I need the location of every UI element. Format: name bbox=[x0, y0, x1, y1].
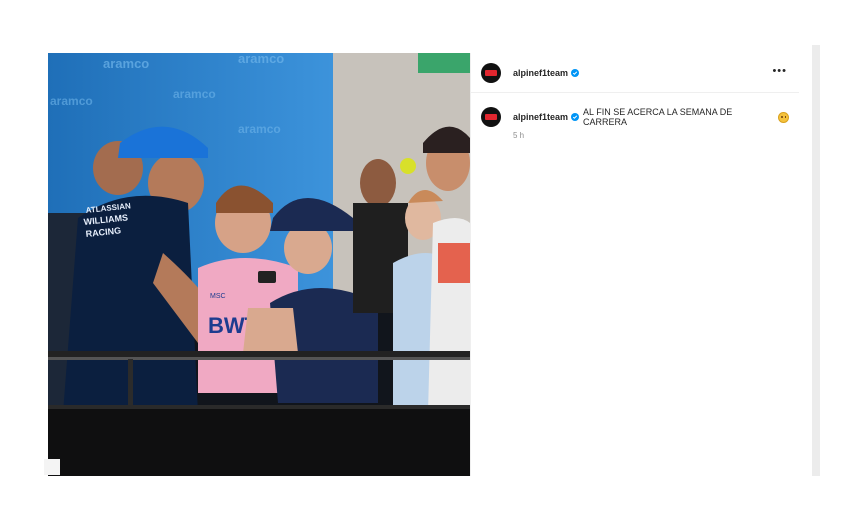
verified-badge-icon bbox=[571, 113, 580, 121]
svg-text:aramco: aramco bbox=[238, 53, 284, 66]
corner-indicator bbox=[44, 459, 60, 475]
svg-text:aramco: aramco bbox=[238, 122, 281, 136]
caption-text: AL FIN SE ACERCA LA SEMANA DE CARRERA bbox=[583, 107, 733, 127]
post-modal: aramco aramco aramco aramco aramco ATLAS… bbox=[48, 53, 799, 476]
caption-username[interactable]: alpinef1team bbox=[513, 112, 568, 122]
page-scrollbar[interactable] bbox=[812, 45, 820, 476]
caption: alpinef1team AL FIN SE ACERCA LA SEMANA … bbox=[471, 93, 799, 140]
author-username[interactable]: alpinef1team bbox=[513, 68, 568, 78]
more-options-button[interactable]: ••• bbox=[772, 65, 787, 77]
grinning-face-icon bbox=[778, 111, 789, 123]
verified-badge-icon bbox=[571, 68, 580, 77]
svg-text:aramco: aramco bbox=[50, 94, 93, 108]
alpine-logo-icon[interactable] bbox=[481, 107, 501, 127]
svg-text:aramco: aramco bbox=[173, 87, 216, 101]
post-header: alpinef1team ••• bbox=[471, 53, 799, 93]
post-timestamp[interactable]: 5 h bbox=[513, 131, 789, 140]
alpine-logo-icon[interactable] bbox=[481, 62, 501, 83]
post-details: alpinef1team ••• alpinef1team AL FIN SE … bbox=[470, 53, 799, 476]
svg-text:aramco: aramco bbox=[103, 56, 149, 71]
svg-text:MSC: MSC bbox=[210, 293, 226, 300]
post-photo: aramco aramco aramco aramco aramco ATLAS… bbox=[48, 53, 470, 476]
photo-scene: aramco aramco aramco aramco aramco ATLAS… bbox=[48, 53, 470, 476]
